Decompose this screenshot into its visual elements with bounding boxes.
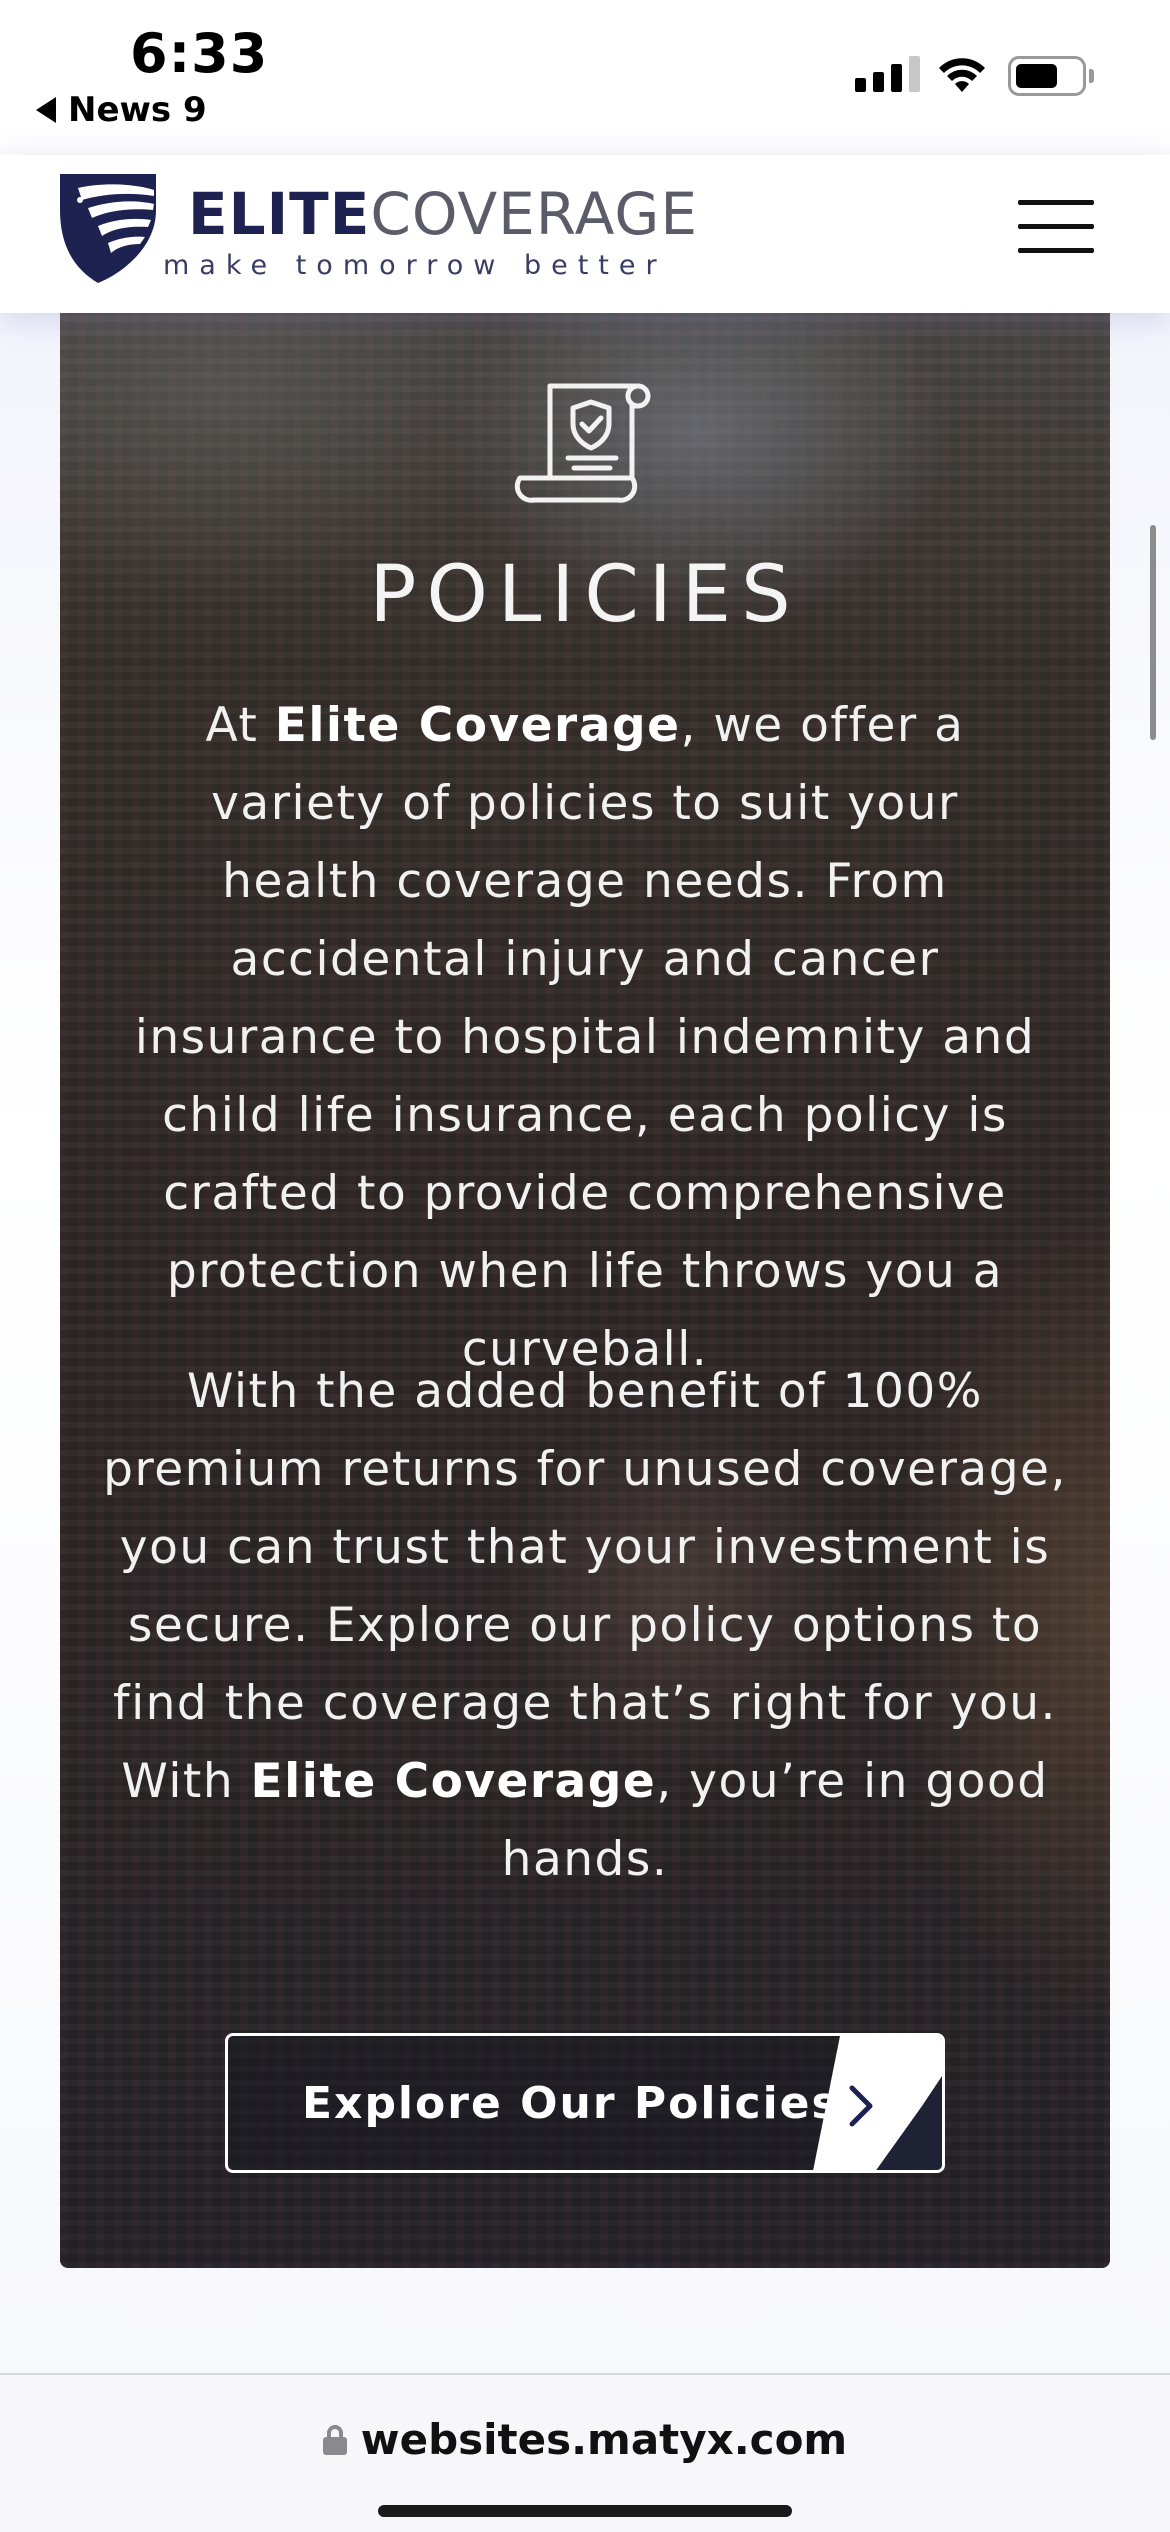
p2-pre: With the added benefit of 100% premium r… [103, 1364, 1067, 1809]
eagle-shield-logo-icon [60, 174, 156, 283]
logo-elite: ELITE [188, 180, 371, 248]
explore-policies-button[interactable]: Explore Our Policies [225, 2033, 945, 2173]
logo-coverage: COVERAGE [370, 180, 698, 248]
browser-address-bar[interactable]: websites.matyx.com [0, 2373, 1170, 2532]
url-display[interactable]: websites.matyx.com [0, 2415, 1170, 2464]
cellular-signal-icon [855, 56, 920, 92]
site-header: ELITECOVERAGE make tomorrow better [0, 155, 1170, 313]
policies-benefit-paragraph: With the added benefit of 100% premium r… [60, 1353, 1110, 1899]
page-scrollbar[interactable] [1150, 525, 1156, 740]
back-triangle-icon [36, 97, 56, 123]
battery-cap [1089, 69, 1094, 83]
hamburger-icon-line-3 [1018, 248, 1094, 253]
page: 6:33 News 9 ELITECOVERAGE make tomorrow … [0, 0, 1170, 2532]
chevron-right-icon [813, 2036, 942, 2170]
back-app-label: News 9 [68, 90, 207, 130]
policy-document-shield-icon [514, 383, 651, 503]
back-to-app-button[interactable]: News 9 [36, 90, 207, 130]
home-indicator[interactable] [378, 2505, 792, 2517]
policies-title: POLICIES [369, 550, 801, 640]
battery-level [1016, 64, 1057, 88]
wifi-icon [939, 58, 985, 92]
p1-brand: Elite Coverage [274, 698, 681, 753]
policies-intro-paragraph: At Elite Coverage, we offer a variety of… [60, 687, 1110, 1389]
hamburger-menu-button[interactable] [1018, 200, 1094, 256]
lock-icon [322, 2424, 347, 2455]
p1-pre: At [205, 698, 275, 753]
explore-policies-label: Explore Our Policies [302, 2078, 840, 2129]
hamburger-icon-line-2 [1018, 224, 1094, 229]
status-bar: 6:33 News 9 [0, 0, 1170, 155]
policies-hero-card: POLICIES At Elite Coverage, we offer a v… [60, 313, 1110, 2268]
p1-post: , we offer a variety of policies to suit… [134, 698, 1036, 1377]
logo-tagline: make tomorrow better [163, 250, 667, 281]
url-text: websites.matyx.com [360, 2415, 848, 2464]
status-time: 6:33 [130, 22, 269, 85]
battery-icon [1008, 56, 1086, 96]
hamburger-icon-line-1 [1018, 200, 1094, 205]
logo-wordmark: ELITECOVERAGE [188, 185, 698, 243]
p2-brand: Elite Coverage [250, 1754, 657, 1809]
